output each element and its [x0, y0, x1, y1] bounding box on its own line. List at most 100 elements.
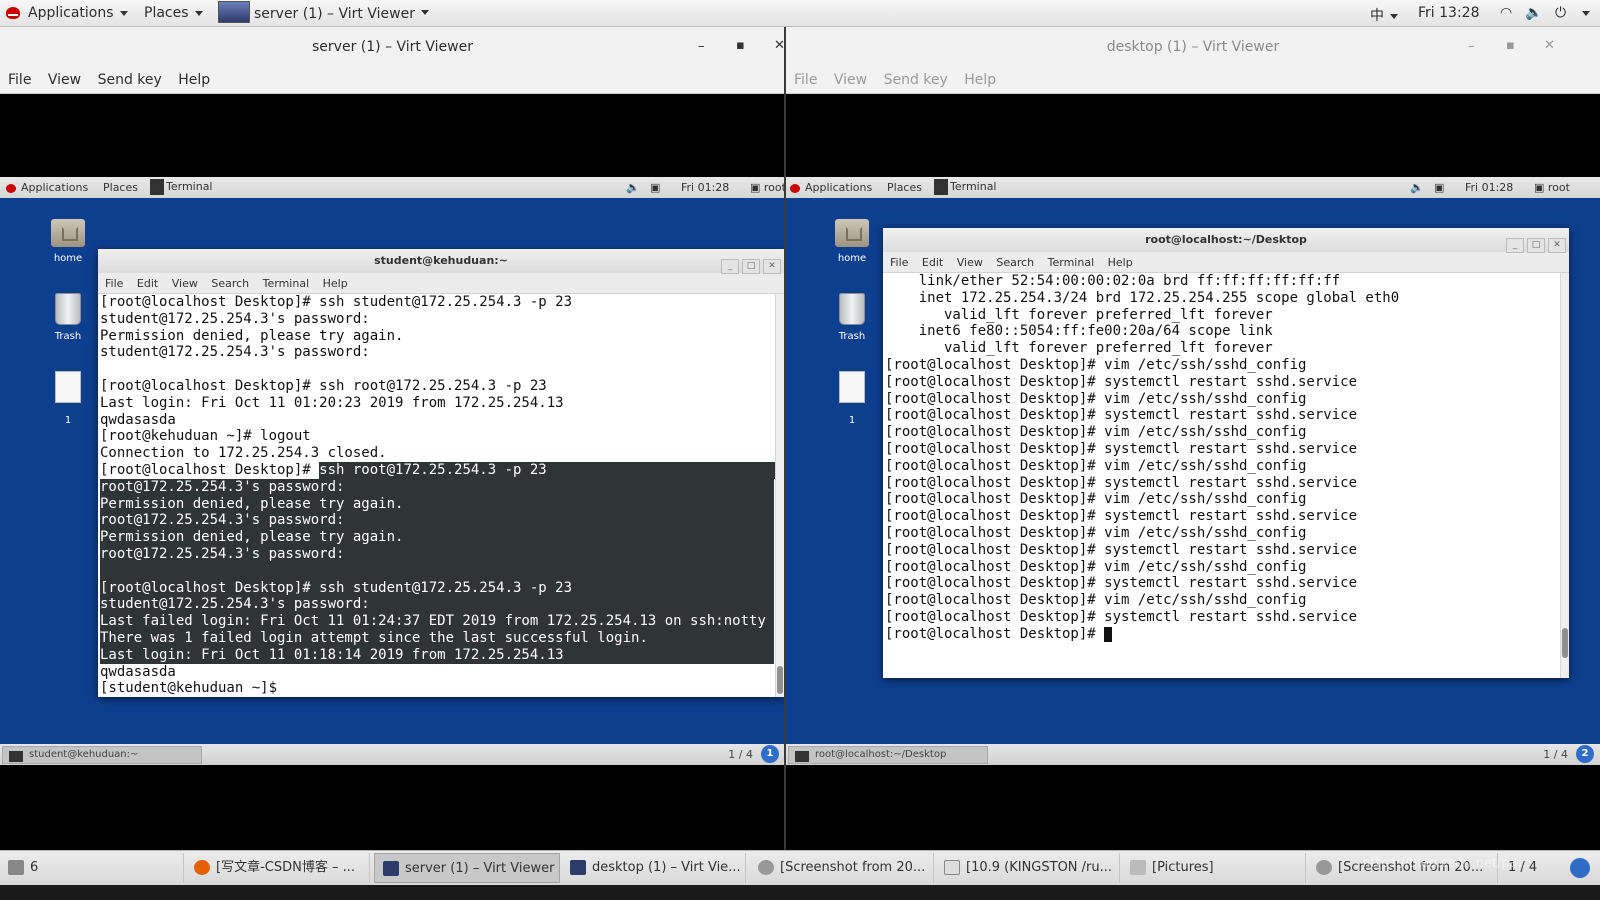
guest-window-menu[interactable]: Terminal [150, 179, 213, 195]
guest-screen-desktop[interactable]: Applications Places Terminal 🔈 ▣ Fri 01:… [786, 177, 1600, 765]
wifi-icon[interactable]: ◠ [1500, 5, 1512, 21]
maximize-button[interactable]: ▪ [1506, 38, 1515, 53]
input-method-indicator[interactable]: 中 [1370, 5, 1398, 25]
workspace-pager[interactable]: 1 / 4 [728, 748, 753, 761]
host-top-panel: Applications Places server (1) – Virt Vi… [0, 0, 1600, 27]
menu-view[interactable]: View [957, 252, 983, 273]
maximize-button[interactable]: □ [1527, 238, 1545, 253]
show-desktop-workspace[interactable]: 6 [0, 853, 184, 883]
terminal-line: inet 172.25.254.3/24 brd 172.25.254.255 … [885, 289, 1400, 306]
menu-edit[interactable]: Edit [137, 273, 158, 294]
menu-search[interactable]: Search [996, 252, 1034, 273]
minimize-button[interactable]: – [1468, 39, 1475, 54]
volume-icon[interactable]: 🔈 [626, 181, 640, 194]
menu-view[interactable]: View [48, 67, 81, 94]
taskbar-item-pictures[interactable]: [Pictures] [1122, 853, 1306, 883]
notification-badge[interactable]: 2 [1576, 745, 1594, 763]
guest-applications-menu[interactable]: Applications [6, 181, 88, 194]
terminal-line: [root@localhost Desktop]# systemctl rest… [885, 508, 1358, 525]
scrollbar-thumb[interactable] [777, 666, 783, 694]
taskbar-item-server-viewer[interactable]: server (1) – Virt Viewer [374, 853, 560, 883]
taskbar-item-kingston[interactable]: [10.9 (KINGSTON /ru... [936, 853, 1120, 883]
close-button[interactable]: ✕ [1544, 38, 1555, 53]
terminal-line: [root@localhost Desktop]# vim /etc/ssh/s… [885, 491, 1307, 508]
close-button[interactable]: ✕ [763, 259, 781, 274]
terminal-output[interactable]: [root@localhost Desktop]# ssh student@17… [98, 294, 784, 697]
network-icon[interactable]: ▣ [650, 181, 660, 194]
taskbar-item-firefox[interactable]: [写文章-CSDN博客 – ... [186, 853, 370, 883]
menu-view[interactable]: View [172, 273, 198, 294]
desktop-icon-file[interactable]: 1 [822, 371, 882, 426]
maximize-button[interactable]: ▪ [736, 38, 745, 53]
minimize-button[interactable]: – [698, 39, 705, 54]
monitor-icon [218, 1, 250, 23]
notification-icon[interactable] [1564, 853, 1598, 883]
guest-taskbar-item[interactable]: root@localhost:~/Desktop [788, 746, 988, 764]
menu-view[interactable]: View [834, 67, 867, 94]
desktop-icon-trash[interactable]: Trash [822, 293, 882, 342]
system-menu-caret[interactable] [1576, 5, 1590, 21]
minimize-button[interactable]: _ [721, 259, 739, 274]
menu-help[interactable]: Help [1108, 252, 1133, 273]
guest-applications-menu[interactable]: Applications [790, 181, 872, 194]
terminal-window[interactable]: root@localhost:~/Desktop _ □ ✕ File Edit V… [883, 228, 1569, 678]
volume-icon[interactable]: 🔈 [1410, 181, 1424, 194]
guest-window-menu[interactable]: Terminal [934, 179, 997, 195]
notification-badge[interactable]: 1 [761, 745, 779, 763]
maximize-button[interactable]: □ [742, 259, 760, 274]
menu-help[interactable]: Help [178, 67, 210, 94]
active-window-menu[interactable]: server (1) – Virt Viewer [218, 1, 429, 23]
text-editor-icon [944, 860, 960, 875]
guest-user-menu[interactable]: ▣ root [750, 181, 785, 194]
taskbar-item-desktop-viewer[interactable]: desktop (1) – Virt Vie... [562, 853, 746, 883]
menu-search[interactable]: Search [211, 273, 249, 294]
menu-send-key[interactable]: Send key [98, 67, 162, 94]
menu-file[interactable]: File [105, 273, 123, 294]
network-icon[interactable]: ▣ [1434, 181, 1444, 194]
taskbar-item-screenshot-1[interactable]: [Screenshot from 20... [750, 853, 934, 883]
guest-places-menu[interactable]: Places [887, 181, 922, 194]
user-icon: ▣ [1534, 181, 1545, 194]
terminal-output[interactable]: link/ether 52:54:00:00:02:0a brd ff:ff:f… [883, 273, 1569, 678]
guest-taskbar-item[interactable]: student@kehuduan:~ [2, 746, 202, 764]
guest-clock[interactable]: Fri 01:28 [681, 181, 729, 194]
clock[interactable]: Fri 13:28 [1418, 5, 1479, 21]
scrollbar[interactable] [1560, 273, 1569, 678]
places-menu[interactable]: Places [144, 5, 203, 21]
menu-file[interactable]: File [8, 67, 31, 94]
volume-icon[interactable]: 🔈 [1525, 5, 1542, 21]
terminal-line: [root@localhost Desktop]# systemctl rest… [885, 440, 1358, 457]
menu-help[interactable]: Help [323, 273, 348, 294]
desktop-icon-file[interactable]: 1 [38, 371, 98, 426]
terminal-window[interactable]: student@kehuduan:~ _ □ ✕ File Edit View Se… [98, 249, 784, 697]
menu-file[interactable]: File [890, 252, 908, 273]
menu-edit[interactable]: Edit [922, 252, 943, 273]
desktop-icon-home[interactable]: home [38, 219, 98, 264]
power-icon[interactable]: ⏻ [1555, 5, 1566, 21]
menu-terminal[interactable]: Terminal [1048, 252, 1095, 273]
guest-places-menu[interactable]: Places [103, 181, 138, 194]
menu-help[interactable]: Help [964, 67, 996, 94]
guest-user-menu[interactable]: ▣ root [1534, 181, 1570, 194]
home-folder-icon [835, 219, 869, 247]
guest-screen-server[interactable]: Applications Places Terminal 🔈 ▣ Fri 01:… [0, 177, 785, 765]
scrollbar[interactable] [775, 294, 784, 697]
close-button[interactable]: ✕ [1548, 238, 1566, 253]
menu-terminal[interactable]: Terminal [263, 273, 310, 294]
server-virt-viewer-window: server (1) – Virt Viewer – ▪ ✕ File View… [0, 27, 785, 850]
terminal-title: student@kehuduan:~ _ □ ✕ [98, 249, 784, 274]
applications-menu[interactable]: Applications [6, 5, 128, 21]
terminal-line: link/ether 52:54:00:00:02:0a brd ff:ff:f… [885, 273, 1341, 289]
minimize-button[interactable]: _ [1506, 238, 1524, 253]
scrollbar-thumb[interactable] [1562, 628, 1568, 658]
desktop-icon-trash[interactable]: Trash [38, 293, 98, 342]
terminal-line: Last login: Fri Oct 11 01:20:23 2019 fro… [100, 394, 564, 411]
file-icon [839, 371, 865, 403]
menu-send-key[interactable]: Send key [884, 67, 948, 94]
terminal-title: root@localhost:~/Desktop _ □ ✕ [883, 228, 1569, 253]
watermark: https://blog.csdn.net/pa... [1362, 856, 1530, 871]
desktop-icon-home[interactable]: home [822, 219, 882, 264]
guest-clock[interactable]: Fri 01:28 [1465, 181, 1513, 194]
workspace-pager[interactable]: 1 / 4 [1543, 748, 1568, 761]
menu-file[interactable]: File [794, 67, 817, 94]
